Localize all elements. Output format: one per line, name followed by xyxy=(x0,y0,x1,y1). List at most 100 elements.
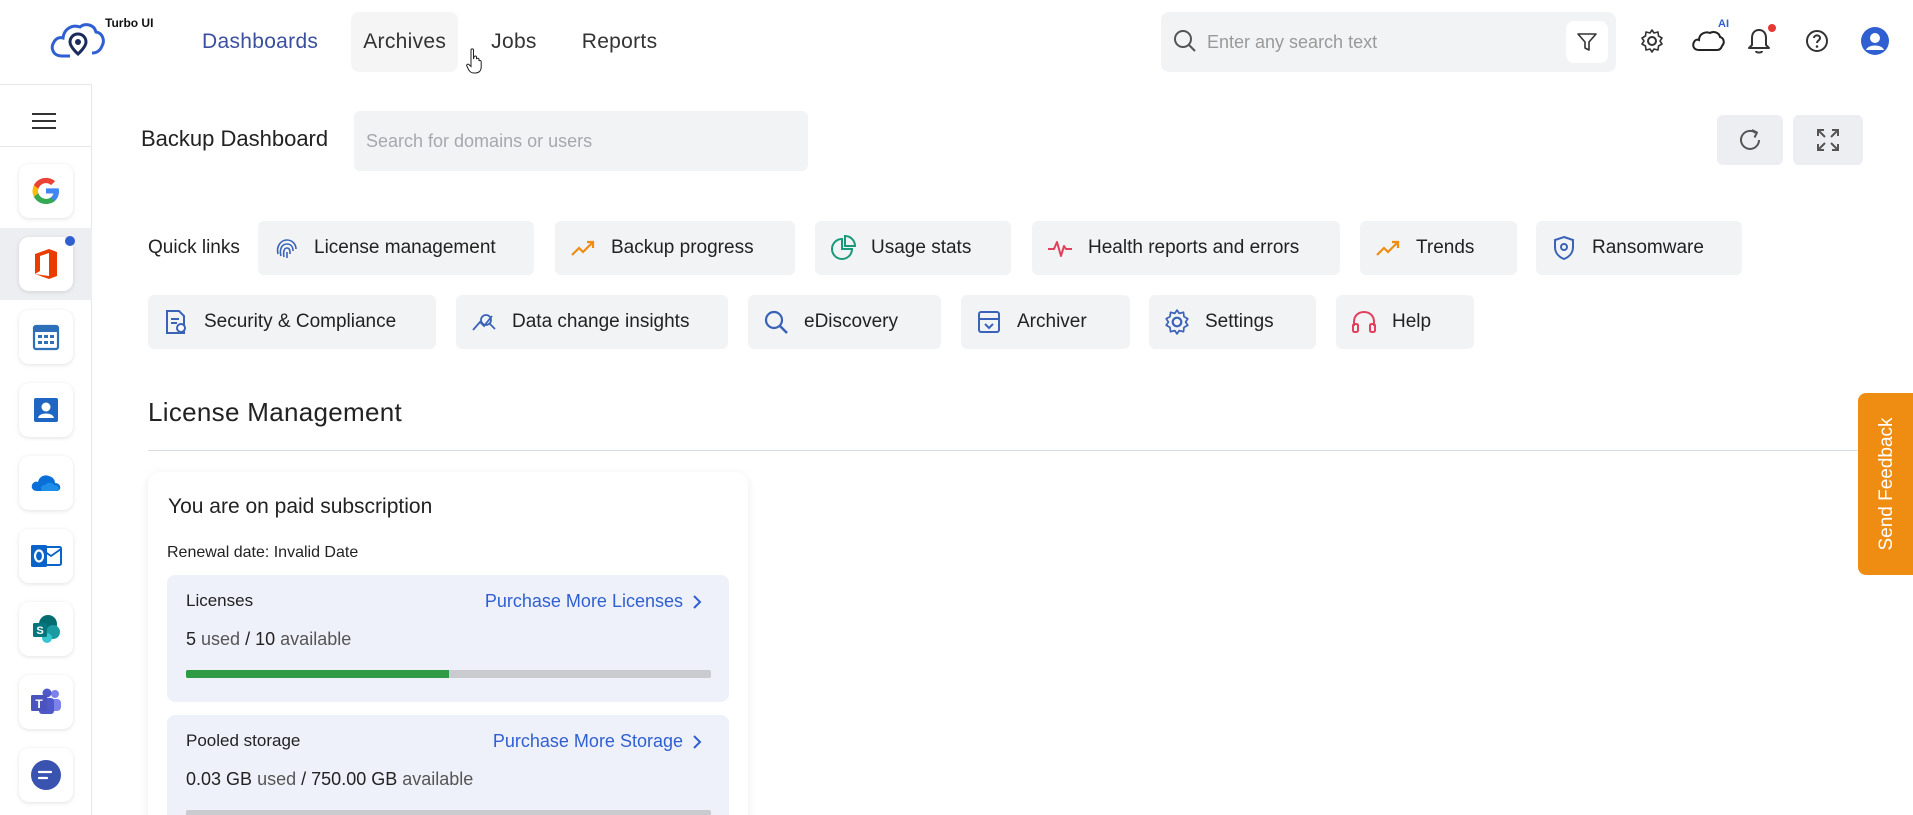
send-feedback-label: Send Feedback xyxy=(1876,417,1897,551)
global-search-input[interactable] xyxy=(1207,26,1547,58)
gear-icon xyxy=(1165,309,1189,335)
licenses-progress-bar xyxy=(186,670,711,678)
office-icon xyxy=(35,249,57,279)
quick-link-label: Help xyxy=(1392,311,1432,332)
trend-up-icon xyxy=(1376,240,1400,256)
trend-up-icon xyxy=(571,240,595,256)
main-nav: Dashboards Archives Jobs Reports xyxy=(190,12,690,72)
headphones-icon xyxy=(1352,310,1376,333)
expand-icon xyxy=(1817,129,1839,151)
storage-title: Pooled storage xyxy=(186,731,301,750)
bell-icon xyxy=(1748,29,1770,54)
fullscreen-button[interactable] xyxy=(1793,115,1863,165)
quick-link-label: Usage stats xyxy=(871,237,972,258)
rail-item-onedrive[interactable] xyxy=(0,447,92,519)
licenses-available: 10 xyxy=(255,629,276,649)
licenses-used: 5 xyxy=(186,629,197,649)
quick-link-data-change-insights[interactable]: Data change insights xyxy=(456,295,728,349)
pulse-icon xyxy=(1048,241,1072,257)
rail-item-contacts[interactable] xyxy=(0,374,92,446)
svg-text:S: S xyxy=(36,625,43,637)
ai-cloud-button[interactable]: AI xyxy=(1688,18,1729,58)
chevron-right-icon xyxy=(693,594,702,609)
quick-link-settings[interactable]: Settings xyxy=(1149,295,1316,349)
quick-link-backup-progress[interactable]: Backup progress xyxy=(555,221,795,275)
teams-icon: T xyxy=(31,688,61,714)
licenses-panel: Licenses Purchase More Licenses 5 used /… xyxy=(167,575,729,702)
storage-used-label: used xyxy=(257,769,297,789)
app-rail: S T xyxy=(0,84,92,815)
shield-icon xyxy=(1554,235,1574,261)
quick-link-ediscovery[interactable]: eDiscovery xyxy=(748,295,941,349)
section-divider xyxy=(148,450,1913,451)
help-button[interactable] xyxy=(1800,24,1834,58)
quick-link-label: Security & Compliance xyxy=(204,311,397,332)
settings-button[interactable] xyxy=(1635,24,1669,58)
gear-icon xyxy=(1641,29,1663,53)
rail-item-calendar[interactable] xyxy=(0,301,92,373)
licenses-title: Licenses xyxy=(186,591,254,610)
storage-available-label: available xyxy=(402,769,474,789)
user-avatar[interactable] xyxy=(1858,24,1892,58)
refresh-icon xyxy=(1740,129,1760,150)
insights-icon xyxy=(472,314,496,331)
licenses-usage: 5 used / 10 available xyxy=(186,629,351,650)
nav-archives[interactable]: Archives xyxy=(351,12,459,72)
purchase-storage-link[interactable]: Purchase More Storage xyxy=(493,731,703,752)
quick-link-health-reports[interactable]: Health reports and errors xyxy=(1032,221,1340,275)
rail-active-dot xyxy=(65,236,75,246)
quick-link-ransomware[interactable]: Ransomware xyxy=(1536,221,1742,275)
onedrive-icon xyxy=(31,475,61,491)
global-search[interactable] xyxy=(1161,12,1616,72)
nav-dashboards[interactable]: Dashboards xyxy=(190,12,330,72)
send-feedback-tab[interactable]: Send Feedback xyxy=(1858,393,1913,575)
rail-item-teams[interactable]: T xyxy=(0,666,92,738)
quick-link-label: Backup progress xyxy=(611,237,754,258)
rail-item-chat[interactable] xyxy=(0,739,92,811)
quick-link-label: Trends xyxy=(1416,237,1475,258)
magnifier-icon xyxy=(764,310,788,334)
storage-progress-bar xyxy=(186,810,711,815)
renewal-date: Renewal date: Invalid Date xyxy=(167,544,359,561)
quick-link-label: Data change insights xyxy=(512,311,690,332)
storage-used: 0.03 GB xyxy=(186,769,253,789)
licenses-sep: / xyxy=(245,629,251,649)
purchase-licenses-link[interactable]: Purchase More Licenses xyxy=(485,591,703,612)
document-shield-icon xyxy=(166,310,186,334)
domain-search-input[interactable] xyxy=(354,111,808,171)
contacts-icon xyxy=(34,398,58,422)
page-title: Backup Dashboard xyxy=(141,126,329,151)
rail-item-google[interactable] xyxy=(0,155,92,227)
refresh-button[interactable] xyxy=(1717,115,1783,165)
quick-link-security-compliance[interactable]: Security & Compliance xyxy=(148,295,436,349)
nav-reports[interactable]: Reports xyxy=(570,12,670,72)
filter-button[interactable] xyxy=(1566,21,1608,63)
notifications-button[interactable] xyxy=(1742,24,1776,58)
rail-item-office365[interactable] xyxy=(0,228,92,300)
storage-panel: Pooled storage Purchase More Storage 0.0… xyxy=(167,715,729,815)
licenses-used-label: used xyxy=(201,629,241,649)
rail-divider xyxy=(0,146,92,147)
quick-link-label: Ransomware xyxy=(1592,237,1704,258)
quick-link-license-management[interactable]: License management xyxy=(258,221,534,275)
quick-link-usage-stats[interactable]: Usage stats xyxy=(815,221,1011,275)
quick-link-label: eDiscovery xyxy=(804,311,898,332)
calendar-icon xyxy=(32,324,60,351)
quick-link-trends[interactable]: Trends xyxy=(1360,221,1517,275)
logo-text: Turbo UI xyxy=(105,16,154,30)
filter-icon xyxy=(1577,33,1597,51)
nav-jobs[interactable]: Jobs xyxy=(479,12,549,72)
storage-available: 750.00 GB xyxy=(311,769,398,789)
hamburger-menu-icon[interactable] xyxy=(28,105,60,137)
purchase-storage-label: Purchase More Storage xyxy=(492,731,683,751)
rail-item-sharepoint[interactable]: S xyxy=(0,593,92,665)
storage-sep: / xyxy=(301,769,307,789)
quick-link-help[interactable]: Help xyxy=(1336,295,1474,349)
quick-link-label: Health reports and errors xyxy=(1088,237,1300,258)
chevron-right-icon xyxy=(693,734,702,749)
license-card: You are on paid subscription Renewal dat… xyxy=(148,472,748,815)
notification-dot xyxy=(1768,24,1776,32)
rail-item-outlook[interactable] xyxy=(0,520,92,592)
svg-text:T: T xyxy=(35,697,43,711)
quick-link-archiver[interactable]: Archiver xyxy=(961,295,1130,349)
